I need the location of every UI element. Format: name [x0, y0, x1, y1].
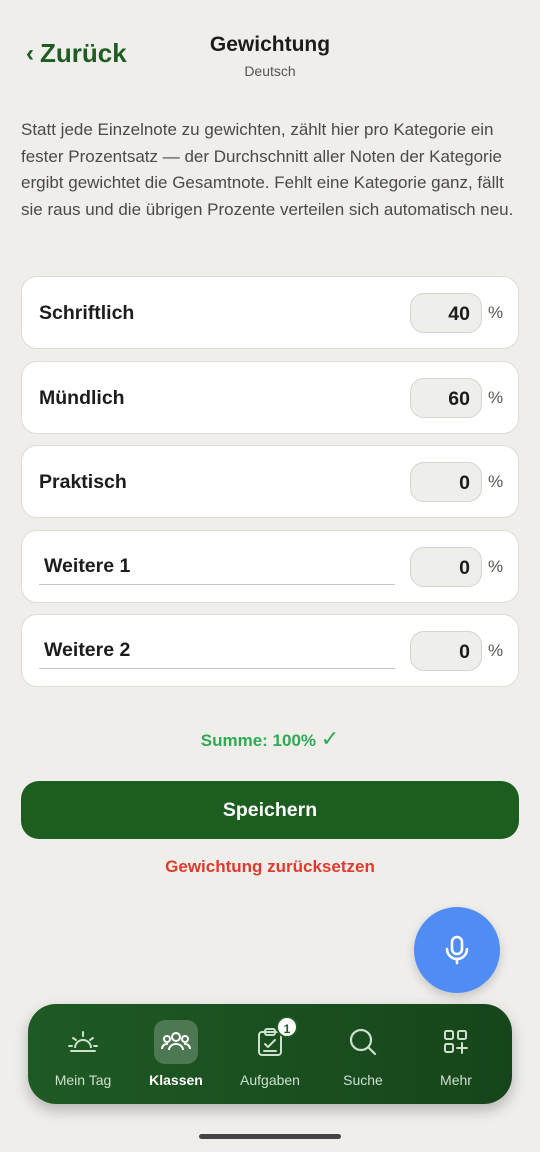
sum-text: Summe: 100% [200, 731, 317, 750]
sum-status: Summe: 100% ✓ [0, 726, 540, 752]
category-card-muendlich: Mündlich 60 % [21, 360, 519, 434]
percent-sign: % [488, 303, 504, 322]
tab-klassen[interactable]: Klassen [131, 1004, 221, 1104]
tab-suche[interactable]: Suche [318, 1004, 408, 1104]
category-card-praktisch: Praktisch 0 % [21, 445, 519, 518]
grid-plus-icon [434, 1020, 478, 1064]
percent-input[interactable]: 0 [410, 631, 482, 671]
save-button[interactable]: Speichern [21, 781, 519, 839]
tab-label: Suche [343, 1072, 383, 1088]
notification-badge: 1 [276, 1016, 298, 1038]
header: ‹ Zurück Gewichtung Deutsch [0, 0, 540, 100]
percent-sign: % [488, 641, 504, 660]
percent-sign: % [488, 556, 504, 576]
category-label: Mündlich [39, 386, 125, 409]
percent-input[interactable]: 40 [410, 293, 482, 333]
tab-label: Mein Tag [54, 1072, 112, 1088]
search-icon [341, 1020, 385, 1064]
bottom-tab-bar: Mein Tag Klassen 1 Aufgaben Suche Mehr [28, 1004, 512, 1104]
tab-label: Klassen [149, 1072, 203, 1088]
category-label: Praktisch [39, 471, 127, 493]
page-subtitle: Deutsch [244, 63, 296, 79]
category-name-input[interactable]: Weitere 1 [39, 549, 395, 585]
category-list: Schriftlich 40 % Mündlich 60 % Praktisch… [21, 276, 519, 699]
percent-sign: % [488, 387, 504, 407]
category-card-weitere-2: Weitere 2 0 % [21, 614, 519, 687]
tab-aufgaben[interactable]: 1 Aufgaben [225, 1004, 315, 1104]
tab-label: Aufgaben [240, 1072, 300, 1088]
home-indicator [199, 1134, 341, 1139]
tab-mehr[interactable]: Mehr [411, 1004, 501, 1104]
percent-input[interactable]: 0 [410, 462, 482, 502]
description-text: Statt jede Einzelnote zu gewichten, zähl… [21, 120, 514, 219]
percent-sign: % [488, 472, 504, 491]
percent-input[interactable]: 60 [410, 377, 482, 418]
category-name-input[interactable]: Weitere 2 [39, 633, 395, 669]
tab-label: Mehr [440, 1072, 472, 1088]
category-card-schriftlich: Schriftlich 40 % [21, 276, 519, 349]
microphone-button[interactable] [414, 907, 500, 993]
checkmark-icon: ✓ [320, 726, 340, 751]
microphone-icon [445, 935, 469, 965]
tab-mein-tag[interactable]: Mein Tag [38, 1004, 128, 1104]
category-label: Schriftlich [39, 302, 135, 324]
category-card-weitere-1: Weitere 1 0 % [21, 529, 519, 603]
page-title: Gewichtung [209, 33, 331, 56]
sunrise-icon [61, 1020, 105, 1064]
reset-weighting-link[interactable]: Gewichtung zurücksetzen [0, 857, 540, 877]
people-icon [154, 1020, 198, 1064]
percent-input[interactable]: 0 [410, 546, 482, 587]
